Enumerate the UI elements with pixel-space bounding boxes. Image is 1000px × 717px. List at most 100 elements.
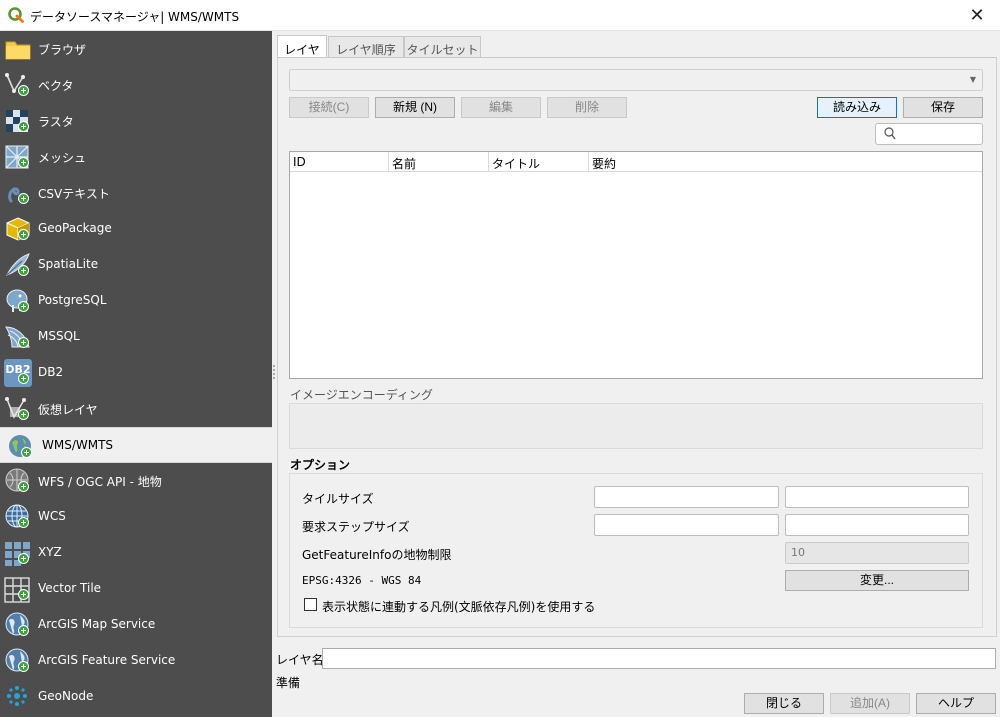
sidebar-item-label: 仮想レイヤ <box>38 403 98 417</box>
sidebar-item-label: ArcGIS Map Service <box>38 617 156 631</box>
sidebar-item-label: SpatiaLite <box>38 257 99 271</box>
add-badge-icon <box>18 661 29 672</box>
sidebar-item-label: MSSQL <box>38 329 80 343</box>
sidebar-item-wfs[interactable]: WFS / OGC API - 地物 <box>0 463 272 499</box>
tile-height-field[interactable] <box>785 486 969 508</box>
sidebar-item-arcgis-feature[interactable]: ArcGIS Feature Service <box>0 643 272 679</box>
sidebar-item-wcs[interactable]: WCS <box>0 499 272 535</box>
column-header-title[interactable]: タイトル <box>489 152 589 172</box>
arcgis-feature-icon <box>5 648 29 672</box>
change-crs-button[interactable]: 変更... <box>785 570 969 591</box>
vector-tile-icon <box>4 577 30 603</box>
sidebar-item-browser[interactable]: ブラウザ <box>0 31 272 67</box>
sidebar-item-raster[interactable]: ラスタ <box>0 103 272 139</box>
add-badge-icon <box>18 157 29 168</box>
mssql-icon <box>5 326 30 348</box>
step-height-field[interactable] <box>785 514 969 536</box>
mesh-icon <box>5 145 29 169</box>
layer-search-input[interactable] <box>875 123 983 145</box>
help-button[interactable]: ヘルプ <box>916 693 996 714</box>
sidebar-item-xyz[interactable]: XYZ <box>0 535 272 571</box>
xyz-icon <box>5 542 30 566</box>
close-button[interactable]: 閉じる <box>744 693 824 714</box>
new-connection-button[interactable]: 新規 (N) <box>375 97 455 118</box>
step-width-field[interactable] <box>594 514 779 536</box>
wfs-icon <box>5 468 29 492</box>
options-label: オプション <box>290 458 351 472</box>
sidebar-item-wms-wmts[interactable]: WMS/WMTS <box>0 427 272 463</box>
add-badge-icon <box>18 85 29 96</box>
sidebar-item-spatialite[interactable]: SpatiaLite <box>0 247 272 283</box>
image-encoding-label: イメージエンコーディング <box>290 388 433 402</box>
add-button[interactable]: 追加(A) <box>830 693 910 714</box>
sidebar-item-label: ラスタ <box>38 115 74 129</box>
sidebar-item-mesh[interactable]: メッシュ <box>0 139 272 175</box>
sidebar-item-label: CSVテキスト <box>38 187 110 201</box>
db2-icon: DB2 <box>4 359 32 387</box>
sidebar-item-mssql[interactable]: MSSQL <box>0 319 272 355</box>
sidebar-item-label: ブラウザ <box>38 43 87 57</box>
add-badge-icon <box>18 553 29 564</box>
contextual-legend-label: 表示状態に連動する凡例(文脈依存凡例)を使用する <box>322 600 596 614</box>
load-connections-button[interactable]: 読み込み <box>817 97 897 118</box>
window-title: データソースマネージャ| WMS/WMTS <box>30 10 240 24</box>
sidebar-item-label: ArcGIS Feature Service <box>38 653 176 667</box>
wcs-icon <box>5 504 29 528</box>
table-header: ID 名前 タイトル 要約 <box>290 152 982 172</box>
sidebar-item-vector[interactable]: ベクタ <box>0 67 272 103</box>
connection-combo[interactable]: ▼ <box>289 69 983 91</box>
sidebar-item-label: GeoNode <box>38 689 94 703</box>
sidebar-item-virtual-layer[interactable]: 仮想レイヤ <box>0 391 272 427</box>
sidebar-item-postgresql[interactable]: PostgreSQL <box>0 283 272 319</box>
spatialite-icon <box>5 253 30 276</box>
raster-icon <box>6 110 28 132</box>
add-badge-icon <box>18 625 29 636</box>
sidebar-item-geonode[interactable]: GeoNode <box>0 679 272 715</box>
sidebar-item-vector-tile[interactable]: Vector Tile <box>0 571 272 607</box>
contextual-legend-checkbox[interactable] <box>304 598 317 611</box>
source-sidebar: ブラウザ ベクタ ラスタ メッシュ CSVテキスト GeoPackage Spa… <box>0 31 272 717</box>
sidebar-item-label: ベクタ <box>38 79 74 93</box>
tab-tilesets[interactable]: タイルセット <box>404 36 481 58</box>
add-badge-icon <box>18 121 29 132</box>
tab-layer-order[interactable]: レイヤ順序 <box>328 36 404 58</box>
tab-layers[interactable]: レイヤ <box>277 35 327 58</box>
sidebar-item-label: PostgreSQL <box>38 293 107 307</box>
add-badge-icon <box>18 373 29 384</box>
edit-connection-button[interactable]: 編集 <box>461 97 541 118</box>
sidebar-item-geopackage[interactable]: GeoPackage <box>0 211 272 247</box>
vector-icon <box>5 73 25 93</box>
tile-size-label: タイルサイズ <box>302 492 374 506</box>
connect-button[interactable]: 接続(C) <box>289 97 369 118</box>
folder-icon <box>5 41 31 60</box>
save-connections-button[interactable]: 保存 <box>903 97 983 118</box>
add-badge-icon <box>18 265 29 276</box>
column-header-name[interactable]: 名前 <box>389 152 489 172</box>
qgis-logo-icon <box>8 7 24 23</box>
chevron-down-icon: ▼ <box>969 75 976 84</box>
sidebar-item-db2[interactable]: DB2 DB2 <box>0 355 272 391</box>
layer-name-input[interactable] <box>322 648 996 669</box>
sidebar-item-label: WCS <box>38 509 66 523</box>
add-badge-icon <box>18 337 29 348</box>
layer-name-label: レイヤ名 <box>276 653 324 667</box>
splitter-handle[interactable] <box>273 365 275 379</box>
column-header-id[interactable]: ID <box>290 152 389 172</box>
search-icon <box>884 127 896 140</box>
delete-connection-button[interactable]: 削除 <box>547 97 627 118</box>
crs-label: EPSG:4326 - WGS 84 <box>302 574 422 587</box>
layers-table[interactable]: ID 名前 タイトル 要約 <box>289 151 983 379</box>
sidebar-item-label: WMS/WMTS <box>42 438 114 452</box>
tile-width-field[interactable] <box>594 486 779 508</box>
sidebar-item-arcgis-map[interactable]: ArcGIS Map Service <box>0 607 272 643</box>
sidebar-item-csv[interactable]: CSVテキスト <box>0 175 272 211</box>
add-badge-icon <box>18 481 29 492</box>
title-bar: データソースマネージャ| WMS/WMTS ✕ <box>0 0 1000 31</box>
sidebar-item-label: XYZ <box>38 545 62 559</box>
column-header-abstract[interactable]: 要約 <box>589 152 982 172</box>
status-text: 準備 <box>276 676 301 690</box>
postgresql-icon <box>6 289 28 312</box>
close-window-button[interactable]: ✕ <box>954 0 1000 31</box>
sidebar-item-label: WFS / OGC API - 地物 <box>38 475 162 489</box>
virtual-layer-icon <box>5 397 26 419</box>
